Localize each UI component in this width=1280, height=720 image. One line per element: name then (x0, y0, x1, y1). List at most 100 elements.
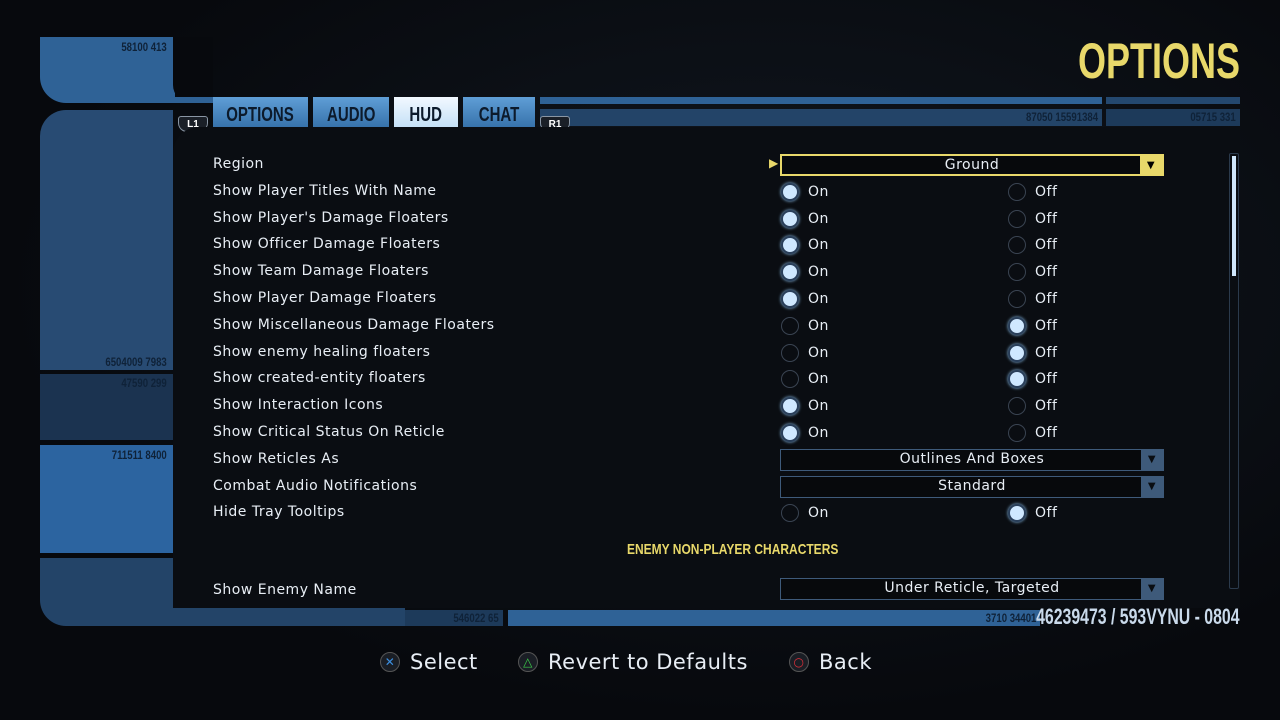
setting-label: Show Player Damage Floaters (213, 290, 437, 306)
setting-row-hide-tray-tooltips[interactable]: Hide Tray Tooltips On Off (213, 500, 1223, 526)
deco-number: 05715 331 (1190, 110, 1236, 124)
circle-button-icon: ○ (789, 652, 809, 672)
show-created-entity-floaters-off-radio[interactable]: Off (1008, 370, 1057, 389)
setting-row-show-critical-status-on-reticle[interactable]: Show Critical Status On Reticle On Off (213, 420, 1223, 446)
show-officer-damage-floaters-off-radio[interactable]: Off (1008, 236, 1057, 255)
setting-row-show-player-damage-floaters[interactable]: Show Player Damage Floaters On Off (213, 286, 1223, 312)
enemy-name-dropdown[interactable]: Under Reticle, Targeted ▼ (780, 578, 1164, 600)
radio-icon (781, 236, 799, 255)
setting-row-show-enemy-name[interactable]: Show Enemy Name Under Reticle, Targeted ▼ (213, 578, 1223, 604)
setting-row-show-enemy-healing-floaters[interactable]: Show enemy healing floaters On Off (213, 340, 1223, 366)
show-officer-damage-floaters-on-radio[interactable]: On (781, 236, 829, 255)
show-team-damage-floaters-off-radio[interactable]: Off (1008, 263, 1057, 282)
cross-button-icon: ✕ (380, 652, 400, 672)
show-created-entity-floaters-on-radio[interactable]: On (781, 370, 829, 389)
show-miscellaneous-damage-floaters-on-radio[interactable]: On (781, 316, 829, 335)
setting-row-combat-audio-notifications[interactable]: Combat Audio Notifications Standard ▼ (213, 474, 1223, 500)
setting-label: Show created-entity floaters (213, 370, 426, 387)
deco-number: 47590 299 (121, 376, 167, 390)
show-critical-status-on-reticle-on-radio[interactable]: On (781, 424, 829, 442)
setting-label: Show Player Titles With Name (213, 182, 437, 199)
show-interaction-icons-on-radio[interactable]: On (781, 397, 829, 416)
setting-label: Show Reticles As (213, 450, 340, 467)
show-miscellaneous-damage-floaters-off-radio[interactable]: Off (1008, 316, 1057, 335)
show-team-damage-floaters-on-radio[interactable]: On (781, 263, 829, 282)
setting-label: Show Enemy Name (213, 582, 357, 598)
show-interaction-icons-off-radio[interactable]: Off (1008, 397, 1057, 416)
settings-panel: Region Ground ▼ ▶ Show Player Titles With Na… (173, 127, 1240, 608)
deco-number: 546022 65 (453, 611, 499, 625)
radio-icon (1008, 504, 1026, 523)
stardate-readout: 46239473 / 593VYNU - 0804 (1036, 604, 1240, 629)
show-player-damage-floaters-off-radio[interactable]: Off (1008, 290, 1057, 308)
chevron-down-icon: ▼ (1141, 579, 1163, 599)
scrollbar-thumb[interactable] (1232, 156, 1236, 276)
radio-icon (1008, 424, 1026, 442)
deco-number: 6504009 7983 (105, 355, 167, 369)
radio-icon (1008, 316, 1026, 335)
region-dropdown[interactable]: Ground ▼ (780, 154, 1164, 176)
radio-icon (781, 424, 799, 442)
radio-icon (1008, 182, 1026, 201)
setting-label: Combat Audio Notifications (213, 477, 418, 494)
show-reticles-as-dropdown[interactable]: Outlines And Boxes ▼ (780, 448, 1164, 471)
show-critical-status-on-reticle-off-radio[interactable]: Off (1008, 424, 1057, 442)
triangle-button-icon: △ (518, 652, 538, 672)
radio-icon (1008, 209, 1026, 228)
show-player-damage-floaters-on-radio[interactable]: On (781, 290, 829, 308)
show-enemy-healing-floaters-on-radio[interactable]: On (781, 343, 829, 362)
show-player-s-damage-floaters-on-radio[interactable]: On (781, 209, 829, 228)
radio-icon (1008, 290, 1026, 308)
radio-icon (781, 504, 799, 523)
radio-icon (1008, 397, 1026, 416)
setting-label: Hide Tray Tooltips (213, 504, 345, 521)
chevron-down-icon: ▼ (1140, 156, 1162, 174)
setting-label: Show Player's Damage Floaters (213, 209, 449, 226)
deco-number: 3710 34401 (985, 611, 1036, 625)
setting-label: Show enemy healing floaters (213, 343, 431, 360)
select-button[interactable]: ✕ Select (380, 650, 478, 674)
radio-icon (781, 290, 799, 308)
hide-tray-tooltips-on-radio[interactable]: On (781, 504, 829, 523)
chevron-down-icon: ▼ (1141, 476, 1163, 497)
show-enemy-healing-floaters-off-radio[interactable]: Off (1008, 343, 1057, 362)
setting-row-show-officer-damage-floaters[interactable]: Show Officer Damage Floaters On Off (213, 232, 1223, 258)
radio-icon (781, 209, 799, 228)
back-button[interactable]: ○ Back (789, 650, 872, 674)
setting-label: Show Interaction Icons (213, 397, 384, 414)
section-header: ENEMY NON-PLAYER CHARACTERS (627, 541, 839, 558)
setting-row-show-miscellaneous-damage-floaters[interactable]: Show Miscellaneous Damage Floaters On Off (213, 313, 1223, 339)
radio-icon (781, 343, 799, 362)
setting-label: Region (213, 156, 264, 172)
setting-label: Show Critical Status On Reticle (213, 424, 445, 440)
lcars-left-column (40, 110, 173, 370)
combat-audio-notifications-dropdown[interactable]: Standard ▼ (780, 475, 1164, 498)
show-player-titles-with-name-off-radio[interactable]: Off (1008, 182, 1057, 201)
scrollbar[interactable] (1229, 153, 1239, 589)
setting-row-show-player-s-damage-floaters[interactable]: Show Player's Damage Floaters On Off (213, 206, 1223, 232)
selection-cursor-icon: ▶ (769, 156, 779, 170)
chevron-down-icon: ▼ (1141, 449, 1163, 470)
deco-number: 58100 413 (121, 40, 167, 54)
revert-to-defaults-button[interactable]: △ Revert to Defaults (518, 650, 748, 674)
setting-row-show-interaction-icons[interactable]: Show Interaction Icons On Off (213, 393, 1223, 419)
setting-label: Show Officer Damage Floaters (213, 236, 441, 253)
radio-icon (1008, 236, 1026, 255)
radio-icon (781, 397, 799, 416)
deco-number: 87050 15591384 (1025, 110, 1098, 124)
show-player-titles-with-name-on-radio[interactable]: On (781, 182, 829, 201)
radio-icon (1008, 370, 1026, 389)
setting-row-region[interactable]: Region Ground ▼ ▶ (213, 152, 1223, 178)
setting-row-show-reticles-as[interactable]: Show Reticles As Outlines And Boxes ▼ (213, 447, 1223, 473)
setting-row-show-created-entity-floaters[interactable]: Show created-entity floaters On Off (213, 366, 1223, 392)
radio-icon (1008, 263, 1026, 282)
show-player-s-damage-floaters-off-radio[interactable]: Off (1008, 209, 1057, 228)
setting-label: Show Miscellaneous Damage Floaters (213, 316, 495, 333)
setting-row-show-player-titles-with-name[interactable]: Show Player Titles With Name On Off (213, 179, 1223, 205)
hide-tray-tooltips-off-radio[interactable]: Off (1008, 504, 1057, 523)
radio-icon (781, 182, 799, 201)
setting-row-show-team-damage-floaters[interactable]: Show Team Damage Floaters On Off (213, 259, 1223, 285)
radio-icon (781, 370, 799, 389)
page-title: OPTIONS (1077, 33, 1240, 89)
deco-number: 711511 8400 (112, 448, 167, 462)
